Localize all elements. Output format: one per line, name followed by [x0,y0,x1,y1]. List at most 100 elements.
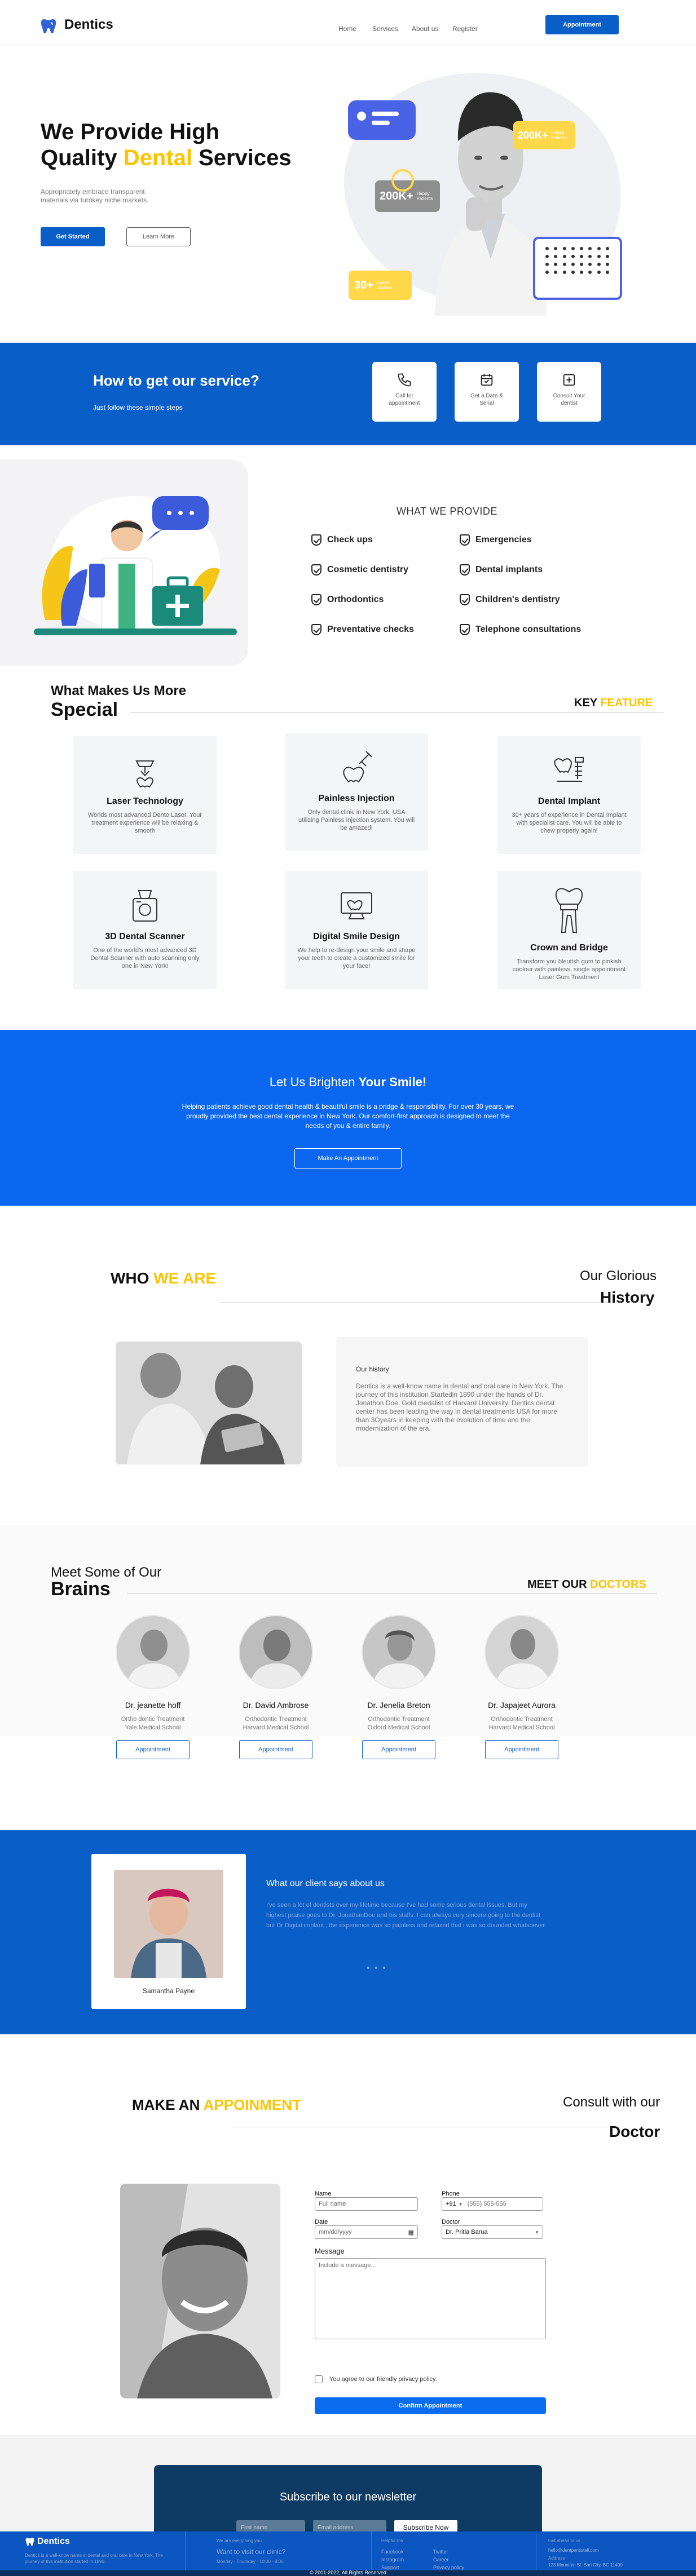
feature-implant-desc: 30+ years of experience in Dental Implan… [512,812,627,834]
feature-laser-desc: Worlds most advanced Dento Laser. Your t… [87,812,202,834]
hero-title-line-1: We Provide High [41,119,220,144]
shield-check-icon [311,594,321,605]
doctor-illustration [34,479,237,648]
date-placeholder: mm/dd/yyyy [319,2229,352,2236]
footer-col2-title: Want to visit our clinic? [217,2548,286,2556]
learn-more-button[interactable]: Learn More [126,227,191,246]
history-label: History [600,1289,655,1306]
footer-about: Dentics is a well-know name in dental an… [25,2553,163,2564]
doctor-appointment-button[interactable]: Appointment [485,1740,558,1759]
hero-subtitle: Appropriately embrace transparent materi… [41,188,149,204]
stat-bottom-label: Expert Doctors [376,280,393,290]
shield-check-icon [460,624,470,635]
chevron-down-icon: ▼ [458,2201,463,2207]
date-input[interactable]: mm/dd/yyyy ▦ [315,2225,418,2239]
doctor-photo [116,1615,190,1689]
brighten-body: Helping patients achieve good dental hea… [182,1103,514,1130]
feature-scanner-title: 3D Dental Scanner [105,932,185,941]
phone-placeholder: (555) 555-555 [467,2201,506,2207]
footer-brand-icon[interactable] [25,2537,35,2547]
step-consult[interactable]: Consult Your dentist [537,362,601,422]
footer-brand-name[interactable]: Dentics [37,2537,70,2547]
privacy-label: You agree to our friendly privacy policy… [329,2376,437,2383]
doctor-card-2: Dr. David Ambrose Orthodontic Treatment … [228,1615,324,1759]
service-orthodontics: Orthodontics [311,594,384,605]
privacy-checkbox[interactable] [315,2375,323,2383]
step-call[interactable]: Call for appointment [372,362,437,422]
carousel-dots[interactable]: • • • [367,1963,387,1973]
doctor-card-1: Dr. jeanette hoff Ortho dontic Treatment… [105,1615,201,1759]
doctor-role: Ortho dontic Treatment Yale Medical Scho… [121,1716,185,1731]
feature-crown-title: Crown and Bridge [530,943,608,953]
stat-mid-number: 200K+ [380,189,413,202]
shield-check-icon [311,564,321,576]
logo-icon[interactable] [39,17,58,35]
brighten-appointment-button[interactable]: Make An Appointment [294,1148,402,1169]
footer-link-twitter[interactable]: Twitter [433,2549,448,2555]
client-name: Samantha Payne [142,1987,195,1995]
calendar-icon[interactable]: ▦ [408,2229,414,2236]
footer-link-instagram[interactable]: Instagram [381,2557,404,2562]
nav-about[interactable]: About us [412,25,438,33]
history-photo [116,1342,302,1464]
shield-check-icon [311,624,321,635]
feature-injection-title: Painless Injection [318,794,395,803]
doctor-role: Orthodontic Treatment Harvard Medical Sc… [488,1716,555,1731]
message-textarea[interactable]: Include a message... [315,2258,546,2339]
who-divider [220,1302,615,1303]
history-card-title: Our history [356,1365,389,1373]
confirm-appointment-button[interactable]: Confirm Appointment [315,2397,546,2414]
implant-tooth-icon [547,747,592,792]
who-title: WHO WE ARE [111,1269,217,1287]
patient-photo [120,2184,280,2398]
feature-laser: Laser Technology Worlds most advanced De… [73,736,217,854]
doctor-select-value: Dr. Pritla Barua [446,2229,488,2236]
meet-doctors-label: MEET OUR DOCTORS [527,1578,646,1591]
makes-line-1: What Makes Us More [51,683,187,698]
hero-title-quality: Quality [41,145,124,170]
doctor-photo [239,1615,313,1689]
doctor-name: Dr. Japajeet Aurora [488,1701,556,1710]
phone-input[interactable]: +91 ▼ (555) 555-555 [442,2197,543,2211]
footer-link-facebook[interactable]: Facebook [381,2549,404,2555]
nav-home[interactable]: Home [338,25,356,33]
how-subtitle: Just follow these simple steps [93,404,183,411]
testimonial-section: Samantha Payne What our client says abou… [0,1830,696,2034]
shield-check-icon [460,594,470,605]
service-preventative: Preventative checks [311,624,414,635]
phone-code-select[interactable]: +91 [446,2201,456,2207]
feature-injection: Painless Injection Only dental clinic in… [285,733,428,851]
footer-col2-head: We are everything you [217,2538,262,2543]
feature-crown-desc: Transform you bleutish gum to pinkish co… [512,958,626,981]
footer-address: 123 Mountain St. San City, BC 11400 [548,2562,623,2568]
doctor-appointment-button[interactable]: Appointment [116,1740,190,1759]
doctor-appointment-button[interactable]: Appointment [362,1740,435,1759]
footer-email[interactable]: hello@dentpentistall.com [548,2548,599,2553]
brand-name[interactable]: Dentics [64,17,113,33]
footer-link-career[interactable]: Career [433,2557,449,2562]
get-started-button[interactable]: Get Started [41,227,105,246]
doctor-select[interactable]: Dr. Pritla Barua ▼ [442,2225,543,2239]
date-label: Date [315,2219,328,2225]
doctor-name: Dr. jeanette hoff [125,1701,181,1710]
provide-heading: WHAT WE PROVIDE [397,506,497,517]
feature-implant: Dental Implant 30+ years of experience i… [497,736,641,854]
doctor-card-3: Dr. Jenelia Breton Orthodontic Treatment… [351,1615,447,1759]
nav-services[interactable]: Services [372,25,398,33]
step-call-label: Call for appointment [389,393,420,406]
name-input[interactable]: Full name [315,2197,418,2211]
doctor-appointment-button[interactable]: Appointment [239,1740,312,1759]
laser-icon [122,747,168,792]
testimonial-body: I've seen a lot of dentists over my life… [266,1902,547,1929]
history-card-body: Dentics is a well-know name in dental an… [356,1382,563,1432]
nav-register[interactable]: Register [452,25,478,33]
service-cosmetic: Cosmetic dentistry [311,564,408,576]
stat-top-number: 200K+ [518,129,548,141]
step-date[interactable]: Get a Date & Serial [455,362,519,422]
hero-title-services: Services [192,145,292,170]
brains-line-2: Brains [51,1578,111,1600]
nav-appointment-button[interactable]: Appointment [545,15,619,34]
crown-tooth-icon [547,882,592,939]
key-feature-label: KEY FEATURE [574,697,653,709]
doctor-portrait [434,73,547,316]
